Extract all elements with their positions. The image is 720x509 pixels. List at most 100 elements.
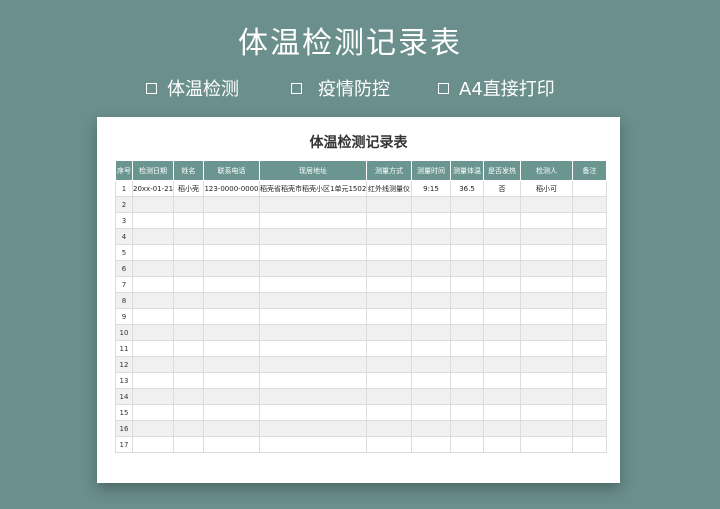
table-cell-fever[interactable] (483, 276, 521, 293)
table-cell-notes[interactable] (572, 372, 607, 389)
table-cell-name[interactable] (173, 388, 204, 405)
table-cell-address[interactable] (259, 292, 367, 309)
table-cell-inspector[interactable] (520, 244, 573, 261)
table-cell-method[interactable] (366, 292, 412, 309)
table-cell-temperature[interactable] (450, 324, 484, 341)
table-cell-phone[interactable] (203, 340, 260, 357)
table-cell-notes[interactable] (572, 276, 607, 293)
table-cell-fever[interactable] (483, 260, 521, 277)
table-cell-notes[interactable] (572, 308, 607, 325)
table-cell-method[interactable] (366, 340, 412, 357)
table-cell-time[interactable] (411, 228, 451, 245)
table-cell-index[interactable]: 14 (115, 388, 133, 405)
table-cell-fever[interactable] (483, 292, 521, 309)
table-cell-address[interactable] (259, 372, 367, 389)
table-cell-name[interactable] (173, 292, 204, 309)
table-cell-inspector[interactable] (520, 276, 573, 293)
table-cell-phone[interactable] (203, 436, 260, 453)
table-cell-date[interactable] (132, 260, 174, 277)
table-cell-name[interactable] (173, 308, 204, 325)
table-cell-temperature[interactable] (450, 372, 484, 389)
table-cell-date[interactable] (132, 340, 174, 357)
table-cell-notes[interactable] (572, 420, 607, 437)
table-cell-inspector[interactable] (520, 340, 573, 357)
table-cell-method[interactable] (366, 420, 412, 437)
table-cell-inspector[interactable] (520, 292, 573, 309)
table-cell-temperature[interactable] (450, 436, 484, 453)
table-cell-inspector[interactable] (520, 212, 573, 229)
table-cell-phone[interactable] (203, 420, 260, 437)
table-cell-fever[interactable] (483, 388, 521, 405)
table-cell-index[interactable]: 13 (115, 372, 133, 389)
table-cell-address[interactable] (259, 308, 367, 325)
table-cell-notes[interactable] (572, 196, 607, 213)
table-cell-name[interactable] (173, 260, 204, 277)
table-cell-fever[interactable] (483, 244, 521, 261)
table-cell-address[interactable]: 稻壳省稻壳市稻壳小区1单元1502 (259, 180, 367, 197)
table-cell-time[interactable] (411, 420, 451, 437)
table-cell-notes[interactable] (572, 260, 607, 277)
table-cell-temperature[interactable] (450, 244, 484, 261)
table-cell-index[interactable]: 16 (115, 420, 133, 437)
table-cell-index[interactable]: 7 (115, 276, 133, 293)
table-cell-inspector[interactable] (520, 420, 573, 437)
table-cell-time[interactable] (411, 356, 451, 373)
table-cell-address[interactable] (259, 212, 367, 229)
table-cell-inspector[interactable]: 稻小可 (520, 180, 573, 197)
table-cell-time[interactable] (411, 388, 451, 405)
table-cell-date[interactable] (132, 324, 174, 341)
table-cell-time[interactable] (411, 324, 451, 341)
table-cell-fever[interactable] (483, 324, 521, 341)
table-cell-phone[interactable] (203, 292, 260, 309)
table-cell-method[interactable] (366, 196, 412, 213)
table-cell-date[interactable] (132, 356, 174, 373)
table-cell-method[interactable] (366, 436, 412, 453)
table-cell-notes[interactable] (572, 340, 607, 357)
table-cell-fever[interactable] (483, 308, 521, 325)
table-cell-time[interactable] (411, 372, 451, 389)
table-cell-time[interactable] (411, 292, 451, 309)
table-cell-name[interactable] (173, 372, 204, 389)
table-cell-inspector[interactable] (520, 260, 573, 277)
table-cell-index[interactable]: 3 (115, 212, 133, 229)
table-cell-temperature[interactable] (450, 308, 484, 325)
table-cell-time[interactable] (411, 436, 451, 453)
table-cell-name[interactable] (173, 244, 204, 261)
table-cell-address[interactable] (259, 260, 367, 277)
table-cell-index[interactable]: 4 (115, 228, 133, 245)
table-cell-index[interactable]: 17 (115, 436, 133, 453)
table-cell-temperature[interactable] (450, 228, 484, 245)
table-cell-phone[interactable] (203, 388, 260, 405)
table-cell-address[interactable] (259, 244, 367, 261)
table-cell-fever[interactable] (483, 340, 521, 357)
table-cell-method[interactable] (366, 228, 412, 245)
table-cell-date[interactable] (132, 308, 174, 325)
table-cell-time[interactable] (411, 276, 451, 293)
table-cell-address[interactable] (259, 340, 367, 357)
table-cell-address[interactable] (259, 356, 367, 373)
table-cell-index[interactable]: 12 (115, 356, 133, 373)
table-cell-index[interactable]: 5 (115, 244, 133, 261)
table-cell-address[interactable] (259, 420, 367, 437)
table-cell-name[interactable] (173, 436, 204, 453)
table-cell-name[interactable]: 稻小壳 (173, 180, 204, 197)
table-cell-date[interactable] (132, 404, 174, 421)
table-cell-index[interactable]: 2 (115, 196, 133, 213)
table-cell-phone[interactable]: 123-0000-0000 (203, 180, 260, 197)
table-cell-method[interactable] (366, 356, 412, 373)
table-cell-method[interactable] (366, 260, 412, 277)
table-cell-temperature[interactable] (450, 260, 484, 277)
table-cell-method[interactable] (366, 244, 412, 261)
table-cell-date[interactable] (132, 212, 174, 229)
table-cell-index[interactable]: 15 (115, 404, 133, 421)
table-cell-inspector[interactable] (520, 228, 573, 245)
table-cell-phone[interactable] (203, 372, 260, 389)
table-cell-phone[interactable] (203, 324, 260, 341)
table-cell-phone[interactable] (203, 356, 260, 373)
table-cell-time[interactable] (411, 244, 451, 261)
table-cell-name[interactable] (173, 356, 204, 373)
table-cell-address[interactable] (259, 404, 367, 421)
table-cell-address[interactable] (259, 276, 367, 293)
table-cell-fever[interactable] (483, 404, 521, 421)
table-cell-index[interactable]: 1 (115, 180, 133, 197)
